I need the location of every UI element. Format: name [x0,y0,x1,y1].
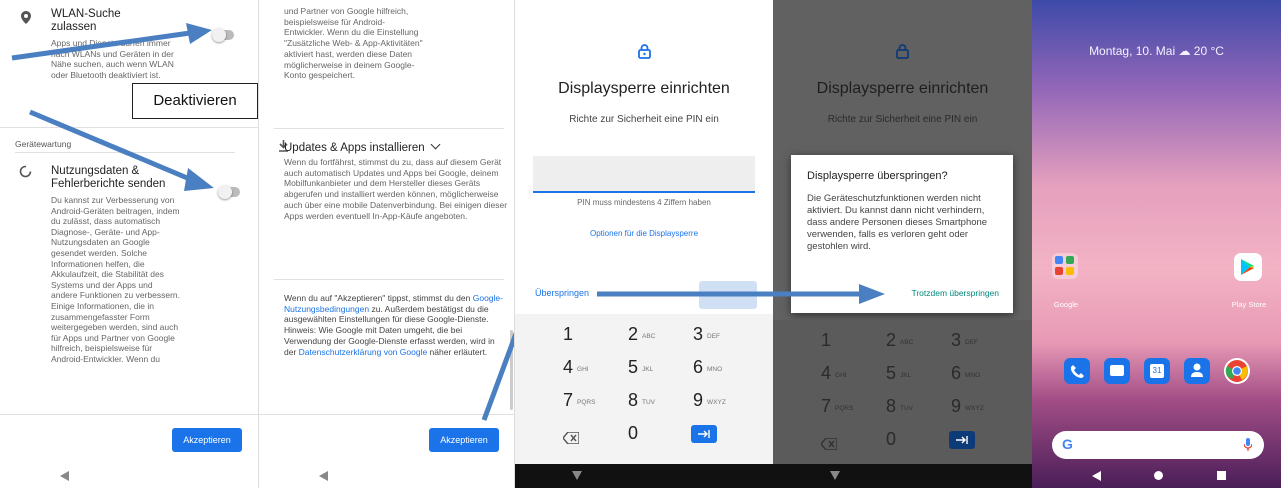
accept-button[interactable]: Akzeptieren [172,428,242,452]
date-weather: Montag, 10. Mai ☁ 20 °C [1089,44,1224,58]
numeric-keypad: 1 2 ABC 3 DEF 4 GHI 5 JKL 6 MNO 7 PQRS 8 TUV 9 WXYZ 0 [515,314,773,464]
keypad-key[interactable]: 7 PQRS [821,396,853,417]
recents-icon[interactable] [1217,471,1226,480]
dialog-body: Die Geräteschutzfunktionen werden nicht … [807,193,988,252]
divider [274,128,504,129]
back-down-icon[interactable] [572,471,582,480]
back-icon[interactable] [1092,471,1101,481]
page-title: Displaysperre einrichten [558,80,730,97]
keypad-key[interactable]: 5 JKL [628,357,653,378]
keypad-key[interactable]: 8 TUV [886,396,913,417]
updates-description: Wenn du fortfährst, stimmst du zu, dass … [284,157,508,221]
home-icon[interactable] [1154,471,1163,480]
divider [274,279,504,280]
accept-button[interactable]: Akzeptieren [429,428,499,452]
keypad-key[interactable]: 9 WXYZ [693,390,726,411]
keypad-key[interactable]: 3 DEF [951,330,978,351]
page-subtitle: Richte zur Sicherheit eine PIN ein [569,114,719,125]
panel-terms: und Partner von Google hilfreich, beispi… [259,0,515,488]
panel-screen-lock: Displaysperre einrichten Richte zur Sich… [515,0,773,488]
google-folder-label: Google [1053,300,1079,309]
backspace-icon[interactable] [562,428,580,449]
annotation-arrow [597,291,773,297]
search-bar[interactable]: G [1052,431,1264,459]
annotation-arrows [11,23,214,191]
dialog-title: Displaysperre überspringen? [807,170,948,182]
keypad-key[interactable]: 9 WXYZ [951,396,984,417]
chevron-down-icon [430,139,441,150]
nav-bar [1032,464,1281,488]
mic-icon[interactable] [1244,438,1252,451]
google-g-icon: G [1062,436,1073,452]
keypad-key[interactable]: 2 ABC [886,330,913,351]
play-store-icon[interactable] [1234,253,1262,281]
annotation-arrow [481,331,514,421]
nav-bar [515,464,773,488]
play-store-label: Play Store [1231,300,1267,309]
pin-input[interactable] [533,156,755,193]
nav-bar [0,464,258,488]
back-icon[interactable] [319,471,328,481]
keypad-key[interactable]: 6 MNO [693,357,722,378]
keypad-key[interactable]: 0 [886,429,896,450]
keypad-key[interactable]: 4 GHI [821,363,847,384]
page-subtitle: Richte zur Sicherheit eine PIN ein [827,114,978,125]
numeric-keypad-dimmed: 1 2 ABC 3 DEF 4 GHI 5 JKL 6 MNO 7 PQRS 8 TUV 9 WXYZ 0 [773,320,1032,464]
terms-text: Wenn du auf "Akzeptieren" tippst, stimms… [284,293,503,357]
panel-skip-dialog: Displaysperre einrichten Richte zur Sich… [773,0,1032,488]
panel-privacy-settings: WLAN-Suche zulassen Apps und Dienste dür… [0,0,259,488]
lock-icon [896,44,909,59]
updates-title-text: Updates & Apps installieren [284,142,425,154]
page-title: Displaysperre einrichten [816,80,989,97]
backspace-icon[interactable] [820,434,838,455]
keypad-key[interactable]: 4 GHI [563,357,589,378]
enter-icon[interactable] [691,425,717,443]
updates-title[interactable]: Updates & Apps installieren [284,139,441,155]
back-down-icon[interactable] [830,471,840,480]
pin-hint: PIN muss mindestens 4 Ziffern haben [577,198,711,207]
keypad-key[interactable]: 5 JKL [886,363,911,384]
lock-options-link[interactable]: Optionen für die Displaysperre [515,229,773,238]
google-folder[interactable] [1052,253,1078,279]
enter-icon[interactable] [949,431,975,449]
keypad-key[interactable]: 1 [821,330,831,351]
usage-description: Du kannst zur Verbesserung von Android-G… [51,195,180,364]
divider [0,414,258,415]
panel-home-screen: Montag, 10. Mai ☁ 20 °C Google Play Stor… [1032,0,1281,488]
messages-icon[interactable] [1104,358,1130,384]
phone-icon[interactable] [1064,358,1090,384]
privacy-link[interactable]: Datenschutzerklärung von Google [299,347,428,357]
annotation-arrowhead [773,284,885,304]
keypad-key[interactable]: 6 MNO [951,363,980,384]
lock-icon [638,44,651,59]
nav-bar [259,464,514,488]
keypad-key[interactable]: 8 TUV [628,390,655,411]
nav-bar [773,464,1032,488]
keypad-key[interactable]: 0 [628,423,638,444]
chrome-icon[interactable] [1224,358,1250,384]
keypad-key[interactable]: 7 PQRS [563,390,595,411]
divider [259,414,514,415]
contacts-icon[interactable] [1184,358,1210,384]
back-icon[interactable] [60,471,69,481]
data-storage-text: und Partner von Google hilfreich, beispi… [284,6,423,81]
calendar-icon[interactable]: 31 [1144,358,1170,384]
screenshot-collage: WLAN-Suche zulassen Apps und Dienste dür… [0,0,1281,488]
skip-anyway-button[interactable]: Trotzdem überspringen [911,288,999,298]
